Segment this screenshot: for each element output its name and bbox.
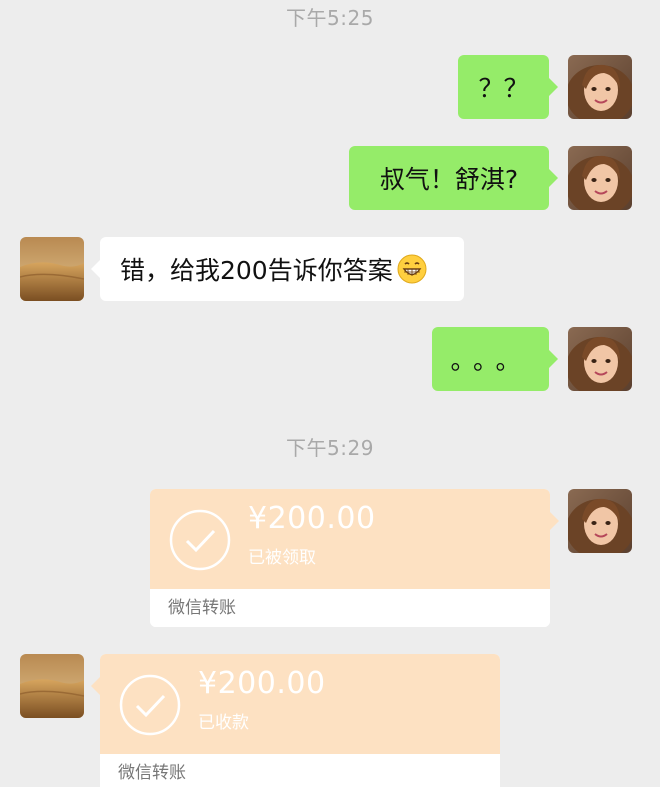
message-bubble-received[interactable]: 错，给我200告诉你答案 xyxy=(91,237,464,301)
chat-window: 下午5:25 ？？ 叔气！舒淇? 错，给我200告诉你答案 。。。 下午5:29… xyxy=(0,0,660,787)
my-avatar[interactable] xyxy=(568,327,632,391)
message-text: 叔气！舒淇? xyxy=(379,165,519,194)
timestamp: 下午5:25 xyxy=(286,6,374,30)
transfer-card-received[interactable]: ¥200.00 已收款 微信转账 xyxy=(91,654,500,787)
transfer-label: 微信转账 xyxy=(150,589,550,627)
transfer-label: 微信转账 xyxy=(100,754,500,787)
message-text: 。。。 xyxy=(450,346,531,375)
message-text: 错，给我200告诉你答案 xyxy=(120,256,393,285)
timestamp: 下午5:29 xyxy=(286,436,374,460)
transfer-status: 已收款 xyxy=(198,713,249,733)
transfer-status: 已被领取 xyxy=(248,548,316,568)
transfer-amount: ¥200.00 xyxy=(198,666,326,701)
message-bubble-sent[interactable]: 叔气！舒淇? xyxy=(349,146,558,210)
check-circle-icon xyxy=(119,674,181,736)
transfer-amount: ¥200.00 xyxy=(248,501,376,536)
my-avatar[interactable] xyxy=(568,489,632,553)
message-text: ？？ xyxy=(478,74,529,103)
check-circle-icon xyxy=(169,509,231,571)
message-bubble-sent[interactable]: ？？ xyxy=(458,55,558,119)
my-avatar[interactable] xyxy=(568,146,632,210)
message-bubble-sent[interactable]: 。。。 xyxy=(432,327,558,391)
contact-avatar[interactable] xyxy=(20,237,84,301)
transfer-card-sent[interactable]: ¥200.00 已被领取 微信转账 xyxy=(150,489,559,627)
contact-avatar[interactable] xyxy=(20,654,84,718)
grin-icon xyxy=(397,254,427,284)
my-avatar[interactable] xyxy=(568,55,632,119)
